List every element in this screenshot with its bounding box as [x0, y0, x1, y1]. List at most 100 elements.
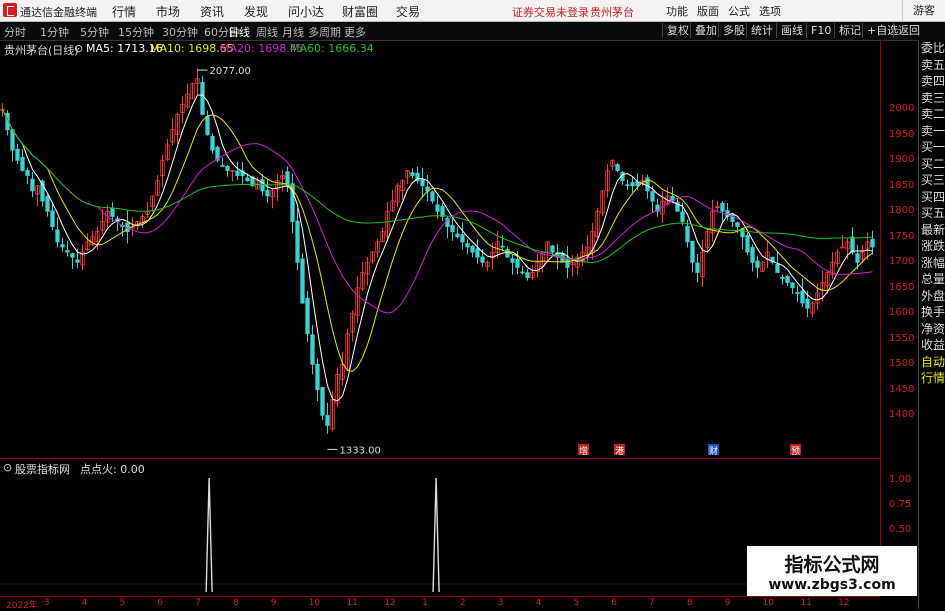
- login-status[interactable]: 证券交易未登录: [512, 4, 589, 20]
- multi-stock-button[interactable]: 多股: [718, 23, 745, 38]
- candle-body: [50, 210, 55, 227]
- candle-body: [265, 190, 270, 197]
- price-tick-label: 1550: [889, 332, 915, 344]
- menu-options[interactable]: 选项: [759, 3, 781, 19]
- period-30min[interactable]: 30分钟: [162, 24, 198, 40]
- period-multi[interactable]: 多周期: [308, 24, 341, 40]
- candle-body: [805, 298, 810, 309]
- guest-button[interactable]: 游客: [902, 0, 945, 21]
- date-tick-label: 7: [649, 598, 655, 608]
- candle-body: [870, 238, 875, 248]
- date-tick-label: 7: [195, 598, 201, 608]
- period-intraday[interactable]: 分时: [4, 24, 26, 40]
- period-1min[interactable]: 1分钟: [40, 24, 69, 40]
- date-tick-label: 2022年: [6, 601, 38, 611]
- quote-field-19[interactable]: 自动: [919, 354, 945, 371]
- menu-item-discover[interactable]: 发现: [244, 3, 268, 20]
- menu-item-market[interactable]: 市场: [156, 3, 180, 20]
- indicator-settings-icon[interactable]: ⊙: [3, 461, 12, 474]
- candle-body: [790, 282, 795, 289]
- date-tick-label: 9: [724, 598, 731, 608]
- menu-item-ask[interactable]: 问小达: [288, 3, 324, 20]
- quote-field-5[interactable]: 卖一: [919, 123, 945, 140]
- date-tick-label: 10: [762, 598, 774, 608]
- quote-field-17[interactable]: 净资: [919, 321, 945, 338]
- price-tick-label: 1500: [889, 358, 915, 370]
- candle-body: [305, 297, 310, 335]
- menu-item-quotes[interactable]: 行情: [112, 3, 136, 20]
- statistics-button[interactable]: 统计: [746, 23, 773, 38]
- candle-body: [30, 178, 35, 192]
- period-daily[interactable]: 日线: [228, 24, 250, 40]
- event-label: 港: [615, 445, 624, 456]
- candle-body: [800, 290, 805, 304]
- date-tick-label: 8: [232, 598, 239, 608]
- date-tick-label: 3: [43, 598, 50, 608]
- back-button[interactable]: 返回: [893, 23, 920, 38]
- candle-body: [45, 196, 50, 212]
- quote-field-2[interactable]: 卖四: [919, 73, 945, 90]
- indicator-tick-label: 1.00: [889, 474, 912, 485]
- candle-body: [310, 334, 315, 365]
- price-tick-label: 1800: [889, 205, 915, 217]
- quote-field-4[interactable]: 卖二: [919, 106, 945, 123]
- menu-layout[interactable]: 版面: [697, 3, 719, 19]
- candle-body: [695, 262, 700, 273]
- candle-body: [755, 260, 760, 268]
- chart-info-bar: 贵州茅台(日线) ⊙ MA5: 1713.16 MA10: 1698.65 MA…: [0, 40, 880, 57]
- draw-line-button[interactable]: 画线: [776, 23, 803, 38]
- candle-body: [210, 135, 215, 151]
- mark-button[interactable]: 标记: [834, 23, 861, 38]
- quote-field-9[interactable]: 买四: [919, 189, 945, 206]
- period-monthly[interactable]: 月线: [282, 24, 304, 40]
- period-more[interactable]: 更多: [344, 24, 366, 40]
- quote-field-20[interactable]: 行情: [919, 370, 945, 387]
- watermark-url: www.zbgs3.com: [768, 577, 896, 593]
- menu-item-trade[interactable]: 交易: [396, 3, 420, 20]
- quote-field-15[interactable]: 外盘: [919, 288, 945, 305]
- candle-body: [325, 415, 330, 426]
- quote-field-10[interactable]: 买五: [919, 205, 945, 222]
- candle-body: [420, 179, 425, 187]
- candle-body: [685, 225, 690, 243]
- candle-body: [55, 229, 60, 243]
- menu-item-news[interactable]: 资讯: [200, 3, 224, 20]
- ma60-value: MA60: 1666.34: [290, 42, 374, 55]
- menu-bar: 通达信金融终端 行情 市场 资讯 发现 问小达 财富圈 交易 证券交易未登录 贵…: [0, 0, 945, 22]
- event-label: 预: [791, 446, 800, 456]
- period-weekly[interactable]: 周线: [256, 24, 278, 40]
- quote-field-3[interactable]: 卖三: [919, 90, 945, 107]
- candle-body: [65, 250, 70, 253]
- menu-item-wealth[interactable]: 财富圈: [342, 3, 378, 20]
- watermark-title: 指标公式网: [784, 554, 880, 576]
- period-5min[interactable]: 5分钟: [80, 24, 109, 40]
- quote-field-8[interactable]: 买三: [919, 172, 945, 189]
- candle-body: [510, 258, 515, 263]
- date-tick-label: 9: [270, 598, 277, 608]
- quote-field-16[interactable]: 换手: [919, 304, 945, 321]
- candlestick-chart[interactable]: 2077.00 1333.00 增 港 财 预: [0, 56, 880, 456]
- overlay-button[interactable]: 叠加: [690, 23, 717, 38]
- period-15min[interactable]: 15分钟: [118, 24, 154, 40]
- adjust-button[interactable]: 复权: [662, 23, 689, 38]
- price-tick-label: 1900: [889, 154, 915, 166]
- settings-icon[interactable]: ⊙: [74, 42, 83, 55]
- quote-field-0[interactable]: 委比: [919, 40, 945, 57]
- quote-field-14[interactable]: 总量: [919, 271, 945, 288]
- quote-field-6[interactable]: 买一: [919, 139, 945, 156]
- candle-body: [680, 211, 685, 222]
- site-watermark: 指标公式网 www.zbgs3.com: [747, 546, 917, 596]
- quote-field-18[interactable]: 收益: [919, 337, 945, 354]
- menu-function[interactable]: 功能: [666, 3, 688, 19]
- indicator-spike: [205, 477, 213, 593]
- quote-field-12[interactable]: 涨跌: [919, 238, 945, 255]
- menu-formula[interactable]: 公式: [728, 3, 750, 19]
- f10-button[interactable]: F10: [806, 23, 831, 38]
- quote-field-11[interactable]: 最新: [919, 222, 945, 239]
- candle-body: [740, 228, 745, 238]
- date-tick-label: 12: [838, 598, 850, 608]
- quote-field-13[interactable]: 涨幅: [919, 255, 945, 272]
- candle-body: [750, 247, 755, 263]
- quote-field-7[interactable]: 买二: [919, 156, 945, 173]
- quote-field-1[interactable]: 卖五: [919, 57, 945, 74]
